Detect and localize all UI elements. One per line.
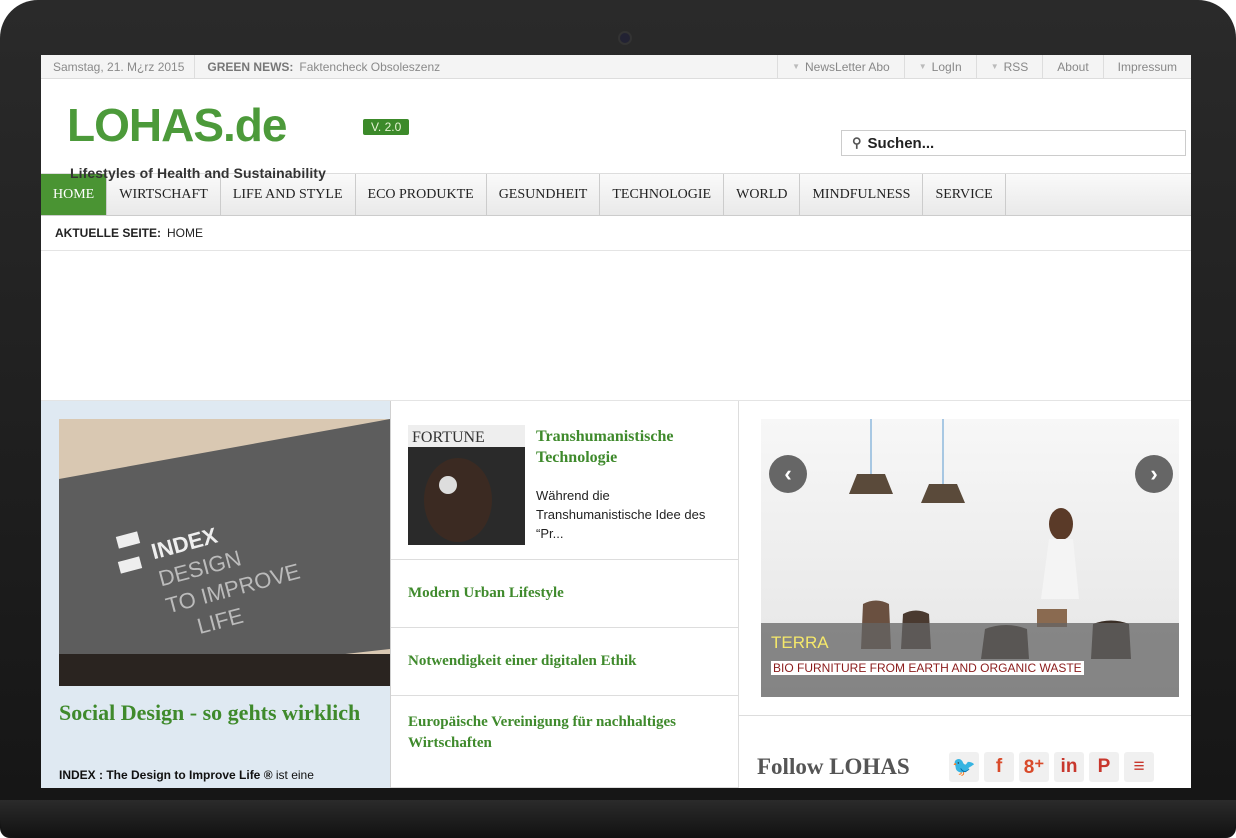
laptop-frame: Samstag, 21. M¿rz 2015 GREEN NEWS: Fakte… — [0, 0, 1236, 838]
slider-title[interactable]: TERRA — [771, 633, 829, 653]
top-link-rss[interactable]: ▼ RSS — [975, 55, 1043, 78]
linkedin-icon[interactable]: in — [1054, 752, 1084, 782]
camera-icon — [620, 33, 630, 43]
slider-caption: TERRA BIO FURNITURE FROM EARTH AND ORGAN… — [761, 623, 1179, 697]
top-bar: Samstag, 21. M¿rz 2015 GREEN NEWS: Fakte… — [41, 55, 1191, 79]
top-link-label: RSS — [1003, 59, 1029, 74]
breadcrumb-label: AKTUELLE SEITE: — [55, 226, 162, 240]
site-logo[interactable]: LOHAS.de — [67, 100, 287, 150]
google-plus-icon[interactable]: 8⁺ — [1019, 752, 1049, 782]
nav-item-gesundheit[interactable]: GESUNDHEIT — [487, 174, 601, 215]
dropdown-arrow-icon: ▼ — [990, 62, 999, 71]
article-item[interactable]: Notwendigkeit einer digitalen Ethik — [391, 628, 738, 696]
breadcrumb-current: HOME — [167, 226, 204, 240]
image-slider[interactable]: ‹ › TERRA BIO FURNITURE FROM EARTH AND O… — [761, 419, 1179, 697]
facebook-icon[interactable]: f — [984, 752, 1014, 782]
pinterest-icon[interactable]: P — [1089, 752, 1119, 782]
date-label: Samstag, 21. M¿rz 2015 — [41, 55, 196, 78]
slider-next-button[interactable]: › — [1135, 455, 1173, 493]
follow-section: Follow LOHAS 🐦 f 8⁺ in P ≡ — [739, 715, 1191, 788]
nav-item-service[interactable]: SERVICE — [923, 174, 1006, 215]
search-placeholder: Suchen... — [867, 134, 935, 152]
featured-image[interactable]: INDEX DESIGN TO IMPROVE LIFE — [59, 419, 390, 686]
top-link-label: Impressum — [1117, 59, 1177, 74]
top-links: ▼ NewsLetter Abo ▼ LogIn ▼ RSS About Impressum — [777, 55, 1191, 78]
top-link-login[interactable]: ▼ LogIn — [903, 55, 976, 78]
green-news-label: GREEN NEWS: — [207, 59, 294, 74]
slider-subtitle: BIO FURNITURE FROM EARTH AND ORGANIC WAS… — [771, 661, 1084, 675]
article-list-column: FORTUNE Transhumanistische Technologie W… — [391, 401, 739, 788]
dropdown-arrow-icon: ▼ — [918, 62, 927, 71]
nav-item-technologie[interactable]: TECHNOLOGIE — [600, 174, 725, 215]
twitter-icon[interactable]: 🐦 — [949, 752, 979, 782]
green-news: GREEN NEWS: Faktencheck Obsoleszenz — [195, 60, 777, 74]
featured-desc-rest: ist eine — [272, 768, 314, 782]
article-item[interactable]: FORTUNE Transhumanistische Technologie W… — [391, 401, 738, 560]
content-area: INDEX DESIGN TO IMPROVE LIFE Social Desi… — [41, 401, 1191, 788]
version-badge: V. 2.0 — [363, 119, 410, 135]
dropdown-arrow-icon: ▼ — [792, 62, 801, 71]
site-tagline: Lifestyles of Health and Sustainability — [70, 165, 326, 181]
article-item[interactable]: Modern Urban Lifestyle — [391, 560, 738, 628]
thumb-text: FORTUNE — [412, 429, 485, 446]
top-link-newsletter-abo[interactable]: ▼ NewsLetter Abo — [777, 55, 904, 78]
article-title[interactable]: Transhumanistische Technologie — [536, 426, 726, 468]
top-link-label: NewsLetter Abo — [805, 59, 890, 74]
header: LOHAS.de V. 2.0 Lifestyles of Health and… — [41, 79, 1191, 181]
featured-desc-bold: INDEX : The Design to Improve Life ® — [59, 768, 273, 782]
featured-column: INDEX DESIGN TO IMPROVE LIFE Social Desi… — [41, 401, 391, 788]
index-card-image: INDEX DESIGN TO IMPROVE LIFE — [59, 419, 390, 686]
search-icon: ⚲ — [852, 135, 862, 150]
slider-prev-button[interactable]: ‹ — [769, 455, 807, 493]
breadcrumb: AKTUELLE SEITE: HOME — [41, 216, 1191, 251]
nav-item-mindfulness[interactable]: MINDFULNESS — [800, 174, 924, 215]
nav-item-eco-produkte[interactable]: ECO PRODUKTE — [356, 174, 487, 215]
article-excerpt: Während die Transhumanistische Idee des … — [536, 488, 706, 541]
search-input[interactable]: ⚲ Suchen... — [841, 130, 1186, 156]
top-link-label: About — [1057, 59, 1089, 74]
top-link-about[interactable]: About — [1042, 55, 1102, 78]
laptop-base — [0, 800, 1236, 838]
nav-item-world[interactable]: WORLD — [724, 174, 801, 215]
slider-column: ‹ › TERRA BIO FURNITURE FROM EARTH AND O… — [739, 401, 1191, 788]
top-link-impressum[interactable]: Impressum — [1102, 55, 1191, 78]
featured-title[interactable]: Social Design - so gehts wirklich — [59, 698, 379, 727]
ad-space — [41, 251, 1191, 401]
article-thumbnail[interactable]: FORTUNE — [408, 425, 525, 545]
browser-screen: Samstag, 21. M¿rz 2015 GREEN NEWS: Fakte… — [41, 55, 1191, 788]
rss-icon[interactable]: ≡ — [1124, 752, 1154, 782]
top-link-label: LogIn — [931, 59, 962, 74]
article-item[interactable]: Europäische Vereinigung für nachhaltiges… — [391, 696, 738, 788]
featured-description: INDEX : The Design to Improve Life ® ist… — [59, 767, 379, 783]
green-news-link[interactable]: Faktencheck Obsoleszenz — [299, 60, 440, 74]
fortune-cover-image: FORTUNE — [408, 425, 525, 545]
follow-label: Follow LOHAS — [757, 754, 910, 779]
